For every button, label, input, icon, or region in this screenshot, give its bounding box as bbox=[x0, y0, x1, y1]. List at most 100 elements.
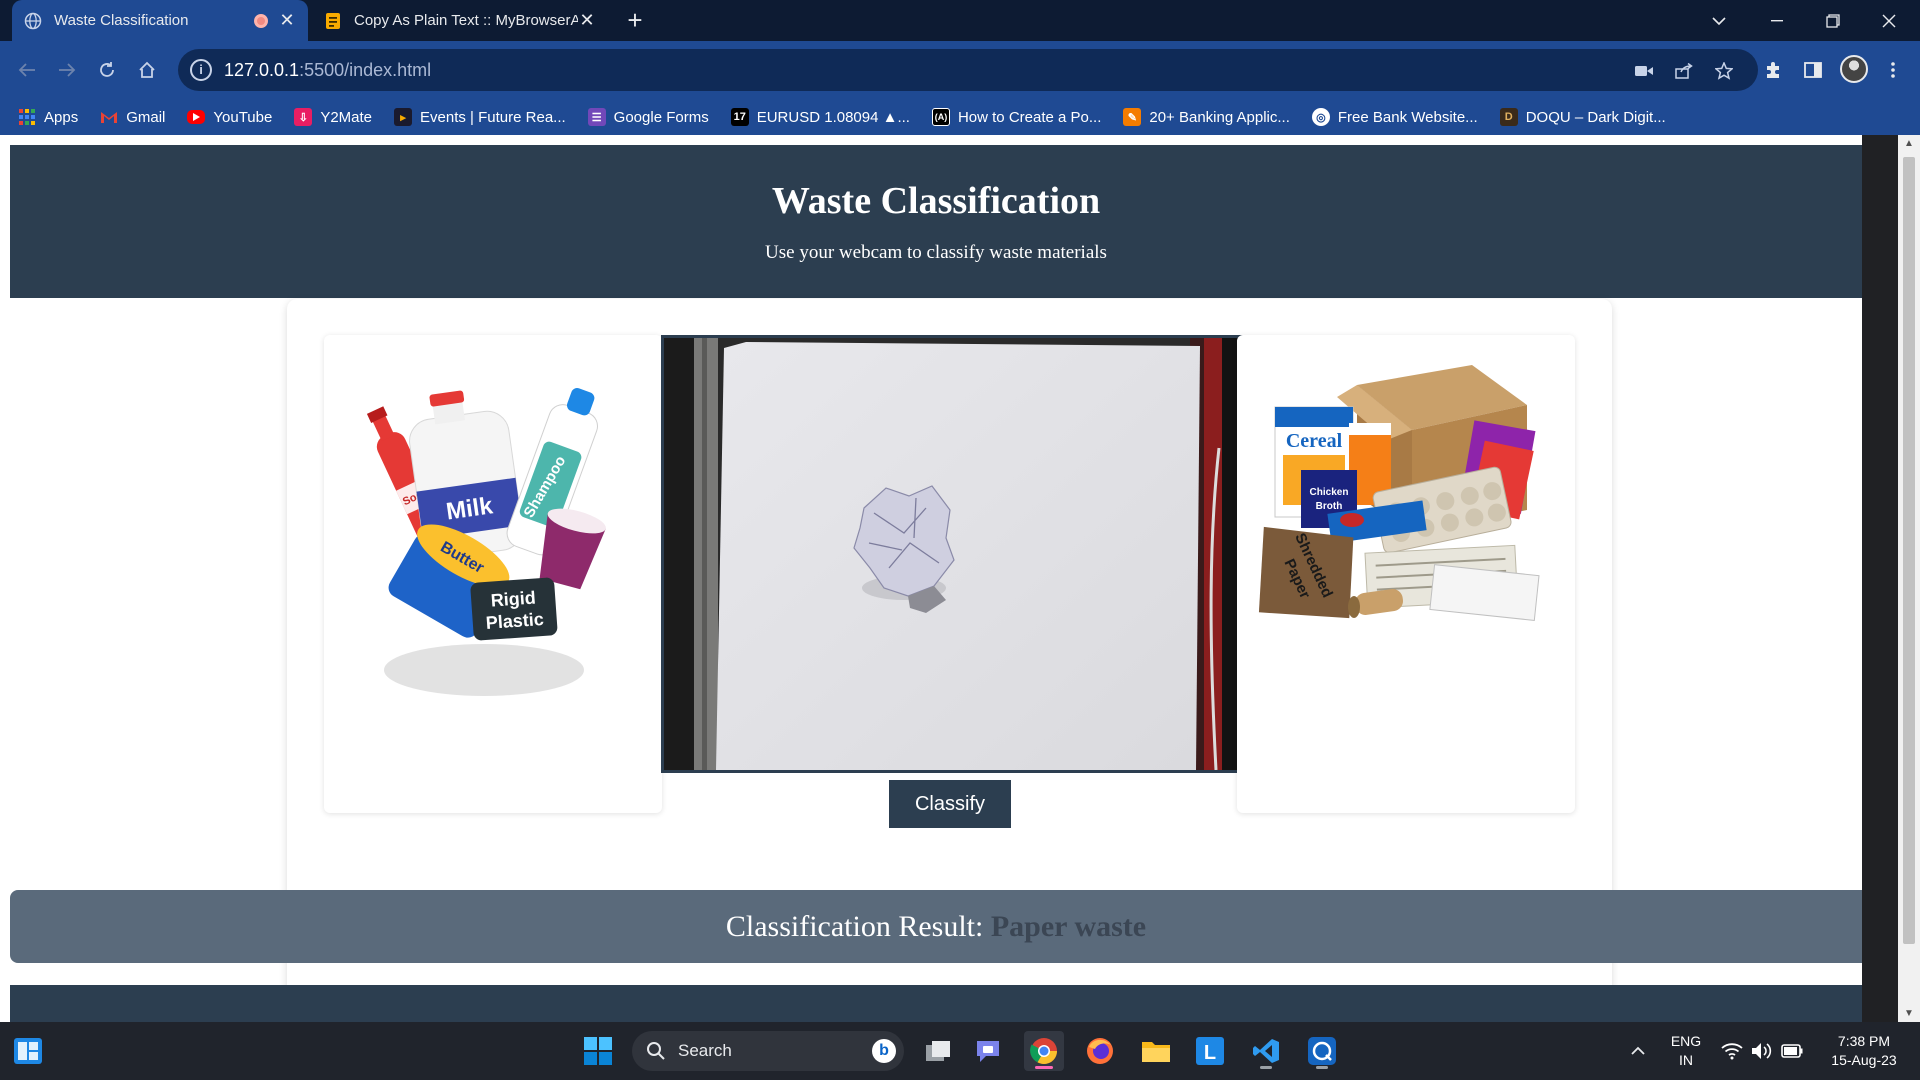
home-icon[interactable] bbox=[130, 53, 164, 87]
open-app-indicator bbox=[1316, 1066, 1328, 1069]
pen-icon: ✎ bbox=[1123, 108, 1142, 126]
bookmark-y2mate[interactable]: ⇩ Y2Mate bbox=[294, 108, 372, 126]
vscode-icon[interactable] bbox=[1246, 1031, 1286, 1071]
file-explorer-icon[interactable] bbox=[1136, 1031, 1176, 1071]
bookmark-google-forms[interactable]: ☰ Google Forms bbox=[587, 108, 709, 126]
battery-icon[interactable] bbox=[1772, 1031, 1812, 1071]
camera-in-use-icon[interactable] bbox=[1630, 57, 1658, 85]
close-tab-icon[interactable]: ✕ bbox=[278, 10, 296, 31]
site-info-icon[interactable]: i bbox=[190, 59, 212, 81]
bookmark-banking[interactable]: ✎ 20+ Banking Applic... bbox=[1123, 108, 1290, 126]
bookmark-label: EURUSD 1.08094 ▲... bbox=[756, 108, 910, 126]
globe-icon bbox=[24, 12, 42, 30]
classification-result-bar: Classification Result: Paper waste bbox=[10, 890, 1862, 963]
bookmark-doqu[interactable]: D DOQU – Dark Digit... bbox=[1499, 108, 1666, 126]
browser-toolbar: i 127.0.0.1:5500/index.html bbox=[0, 41, 1920, 99]
language-indicator[interactable]: ENG IN bbox=[1664, 1032, 1708, 1070]
bookmark-label: Google Forms bbox=[613, 108, 709, 126]
address-bar[interactable]: i 127.0.0.1:5500/index.html bbox=[178, 49, 1758, 91]
paper-waste-image: Cereal Chicken Broth Shredded Paper bbox=[1258, 365, 1540, 621]
bookmark-star-icon[interactable] bbox=[1710, 57, 1738, 85]
scroll-up-arrow-icon[interactable]: ▲ bbox=[1902, 138, 1916, 149]
firefox-icon[interactable] bbox=[1080, 1031, 1120, 1071]
page-subtitle: Use your webcam to classify waste materi… bbox=[765, 242, 1107, 263]
svg-text:L: L bbox=[1204, 1042, 1216, 1064]
taskbar-search[interactable]: Search b bbox=[632, 1031, 904, 1071]
code-icon: (A) bbox=[931, 108, 950, 126]
result-value: Paper waste bbox=[990, 910, 1147, 943]
restore-icon[interactable] bbox=[1810, 0, 1856, 41]
reload-icon[interactable] bbox=[90, 53, 124, 87]
extensions-puzzle-icon[interactable] bbox=[1756, 53, 1790, 87]
widgets-icon[interactable] bbox=[8, 1031, 48, 1071]
show-hidden-icons-chevron-icon[interactable] bbox=[1618, 1031, 1658, 1071]
doqu-icon: D bbox=[1499, 108, 1518, 126]
crumpled-paper bbox=[853, 485, 955, 613]
scrollbar-thumb[interactable] bbox=[1903, 157, 1915, 944]
windows-taskbar: Search b L ENG IN 7:38 PM 15-Aug-23 bbox=[0, 1022, 1920, 1080]
bookmark-how-to-create[interactable]: (A) How to Create a Po... bbox=[931, 108, 1102, 126]
chrome-icon[interactable] bbox=[1024, 1031, 1064, 1071]
paper-waste-card: Cereal Chicken Broth Shredded Paper bbox=[1237, 335, 1575, 813]
plastic-label: Plastic bbox=[485, 609, 544, 633]
bookmark-free-bank[interactable]: ◎ Free Bank Website... bbox=[1311, 108, 1478, 126]
bookmark-label: YouTube bbox=[213, 108, 273, 126]
bookmark-eurusd[interactable]: 17 EURUSD 1.08094 ▲... bbox=[730, 108, 910, 126]
bookmark-label: Events | Future Rea... bbox=[420, 108, 566, 126]
clock[interactable]: 7:38 PM 15-Aug-23 bbox=[1818, 1032, 1910, 1070]
bookmark-label: Free Bank Website... bbox=[1337, 108, 1478, 126]
new-tab-button[interactable]: + bbox=[620, 6, 650, 36]
tab-waste-classification[interactable]: Waste Classification ✕ bbox=[12, 0, 308, 41]
language-code: ENG bbox=[1670, 1033, 1702, 1049]
plastic-waste-image: Soda Milk Shampoo Butter Rigid Plastic bbox=[366, 388, 606, 696]
profile-avatar[interactable] bbox=[1840, 55, 1868, 83]
webcam-feed bbox=[661, 335, 1243, 773]
vertical-scrollbar[interactable]: ▲ ▼ bbox=[1898, 135, 1920, 1022]
bookmark-youtube[interactable]: YouTube bbox=[187, 109, 272, 126]
task-view-icon[interactable] bbox=[918, 1031, 958, 1071]
globe-icon: ◎ bbox=[1311, 108, 1330, 126]
close-window-icon[interactable] bbox=[1866, 0, 1912, 41]
rigid-label: Rigid bbox=[490, 587, 536, 610]
bookmark-apps[interactable]: Apps bbox=[18, 108, 78, 126]
bookmark-label: How to Create a Po... bbox=[957, 108, 1102, 126]
browser-tabstrip: Waste Classification ✕ Copy As Plain Tex… bbox=[0, 0, 1920, 41]
events-icon: ▸ bbox=[394, 108, 413, 126]
google-forms-icon: ☰ bbox=[587, 108, 606, 126]
page-right-gutter bbox=[1862, 135, 1898, 1022]
plastic-waste-card: Soda Milk Shampoo Butter Rigid Plastic bbox=[324, 335, 662, 813]
scroll-down-arrow-icon[interactable]: ▼ bbox=[1902, 1008, 1916, 1019]
bing-icon[interactable]: b bbox=[872, 1039, 896, 1063]
page-footer bbox=[10, 985, 1862, 1022]
screen-recorder-icon[interactable] bbox=[1302, 1031, 1342, 1071]
tab-title: Waste Classification bbox=[54, 12, 189, 29]
page-top-gap bbox=[0, 135, 1862, 145]
page-viewport: Waste Classification Use your webcam to … bbox=[0, 135, 1920, 1022]
result-label: Classification Result: bbox=[725, 910, 984, 943]
url-host: 127.0.0.1 bbox=[224, 59, 300, 80]
search-placeholder: Search bbox=[678, 1041, 732, 1060]
share-icon[interactable] bbox=[1670, 57, 1698, 85]
gmail-icon bbox=[100, 108, 118, 126]
start-windows-icon[interactable] bbox=[578, 1031, 618, 1071]
bookmark-label: DOQU – Dark Digit... bbox=[1525, 108, 1666, 126]
kebab-menu-icon[interactable] bbox=[1876, 53, 1910, 87]
tab-search-chevron-icon[interactable] bbox=[1696, 0, 1742, 41]
bookmark-label: 20+ Banking Applic... bbox=[1149, 108, 1290, 126]
back-arrow-icon[interactable] bbox=[10, 53, 44, 87]
bookmark-label: Gmail bbox=[126, 108, 166, 126]
forward-arrow-icon[interactable] bbox=[50, 53, 84, 87]
youtube-icon bbox=[187, 110, 206, 124]
tab-copy-as-plain-text[interactable]: Copy As Plain Text :: MyBrowserA ✕ bbox=[312, 0, 608, 41]
bookmark-gmail[interactable]: Gmail bbox=[100, 108, 165, 126]
minimize-icon[interactable] bbox=[1754, 0, 1800, 41]
l-app-icon[interactable]: L bbox=[1190, 1031, 1230, 1071]
download-icon: ⇩ bbox=[294, 108, 313, 126]
chicken-label: Chicken bbox=[1310, 487, 1349, 498]
apps-grid-icon bbox=[18, 108, 36, 126]
bookmark-events[interactable]: ▸ Events | Future Rea... bbox=[394, 108, 566, 126]
classify-button[interactable]: Classify bbox=[889, 780, 1011, 828]
side-panel-icon[interactable] bbox=[1796, 53, 1830, 87]
teams-chat-icon[interactable] bbox=[968, 1031, 1008, 1071]
close-tab-icon[interactable]: ✕ bbox=[578, 10, 596, 31]
